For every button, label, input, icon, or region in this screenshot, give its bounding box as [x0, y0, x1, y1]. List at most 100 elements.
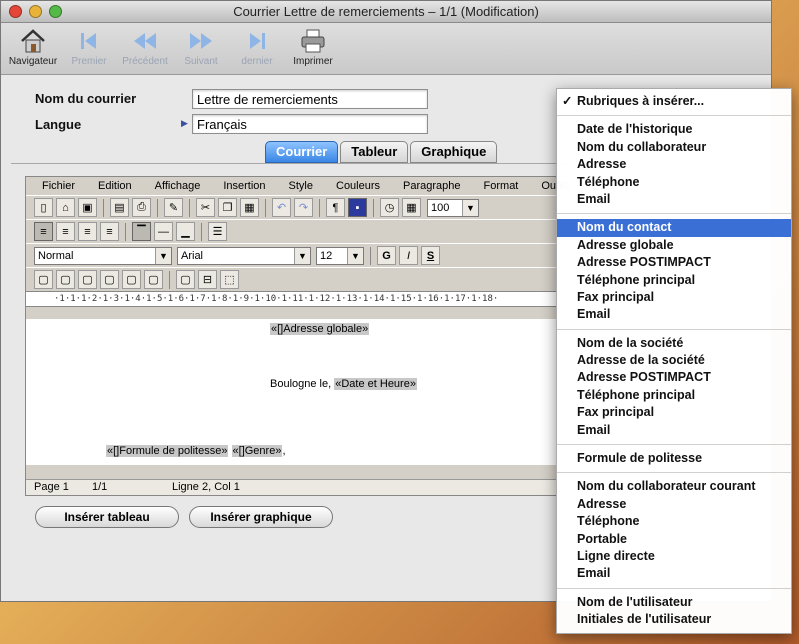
- tab-graphique[interactable]: Graphique: [410, 141, 498, 163]
- menu-item[interactable]: Adresse globale: [557, 237, 791, 254]
- menu-item[interactable]: Téléphone principal: [557, 272, 791, 289]
- nom-field[interactable]: Lettre de remerciements: [192, 89, 428, 109]
- insert-table-button[interactable]: Insérer tableau: [35, 506, 179, 528]
- paste-icon[interactable]: ▦: [240, 198, 259, 217]
- zoom-button[interactable]: [49, 5, 62, 18]
- menu-item[interactable]: Nom de la société: [557, 335, 791, 352]
- clock-icon[interactable]: ◷: [380, 198, 399, 217]
- copy-icon[interactable]: ❐: [218, 198, 237, 217]
- menu-item[interactable]: Email: [557, 422, 791, 439]
- print-button[interactable]: Imprimer: [285, 23, 341, 67]
- valign-middle-icon[interactable]: —: [154, 222, 173, 241]
- calendar-icon[interactable]: ▦: [402, 198, 421, 217]
- menu-item[interactable]: Adresse: [557, 496, 791, 513]
- align-center-icon[interactable]: ≡: [56, 222, 75, 241]
- document-area[interactable]: «[]Adresse globale» Boulogne le, «Date e…: [26, 319, 556, 465]
- navigator-button[interactable]: Navigateur: [5, 23, 61, 67]
- menu-item[interactable]: Adresse: [557, 156, 791, 173]
- next-button[interactable]: Suivant: [173, 23, 229, 67]
- field-icon[interactable]: ▪: [348, 198, 367, 217]
- preview-icon[interactable]: ▤: [110, 198, 129, 217]
- valign-bottom-icon[interactable]: ▁: [176, 222, 195, 241]
- previous-icon: [131, 28, 159, 54]
- underline-button[interactable]: S: [421, 246, 440, 265]
- menu-item-nom-du-contact[interactable]: Nom du contact: [557, 219, 791, 237]
- menu-item[interactable]: Date de l'historique: [557, 121, 791, 138]
- menu-separator: [557, 213, 791, 215]
- font-select[interactable]: Arial ▼: [177, 246, 311, 265]
- fields-popup-menu: ✓ Rubriques à insérer... Date de l'histo…: [556, 88, 792, 634]
- zoom-select[interactable]: 100 ▼: [427, 198, 479, 217]
- new-doc-icon[interactable]: ▯: [34, 198, 53, 217]
- menu-item[interactable]: Nom de l'utilisateur: [557, 594, 791, 611]
- justify-icon[interactable]: ≡: [100, 222, 119, 241]
- border-all-icon[interactable]: ▢: [34, 270, 53, 289]
- menu-fichier[interactable]: Fichier: [42, 177, 85, 195]
- redo-icon[interactable]: ↷: [294, 198, 313, 217]
- menu-paragraphe[interactable]: Paragraphe: [403, 177, 471, 195]
- disclosure-icon[interactable]: ▶: [181, 118, 188, 129]
- pilcrow-icon[interactable]: ¶: [326, 198, 345, 217]
- align-left-icon[interactable]: ≡: [34, 222, 53, 241]
- italic-button[interactable]: I: [399, 246, 418, 265]
- box-split-icon[interactable]: ⊟: [198, 270, 217, 289]
- menu-edition[interactable]: Edition: [98, 177, 142, 195]
- size-select[interactable]: 12 ▼: [316, 246, 364, 265]
- menu-group-historique: Date de l'historique Nom du collaborateu…: [557, 121, 791, 208]
- save-icon[interactable]: ▣: [78, 198, 97, 217]
- menu-item[interactable]: Adresse POSTIMPACT: [557, 254, 791, 271]
- menu-item[interactable]: Fax principal: [557, 404, 791, 421]
- cut-icon[interactable]: ✂: [196, 198, 215, 217]
- border-bottom-icon[interactable]: ▢: [122, 270, 141, 289]
- bullet-list-icon[interactable]: ☰: [208, 222, 227, 241]
- spellcheck-icon[interactable]: ✎: [164, 198, 183, 217]
- tab-courrier[interactable]: Courrier: [265, 141, 339, 163]
- menu-item[interactable]: Email: [557, 191, 791, 208]
- menu-item[interactable]: Fax principal: [557, 289, 791, 306]
- border-none-icon[interactable]: ⬚: [220, 270, 239, 289]
- menu-item[interactable]: Formule de politesse: [557, 450, 791, 467]
- menu-insertion[interactable]: Insertion: [223, 177, 275, 195]
- menu-item[interactable]: Initiales de l'utilisateur: [557, 611, 791, 628]
- date-field: «Date et Heure»: [334, 378, 417, 390]
- menu-style[interactable]: Style: [289, 177, 323, 195]
- border-left-icon[interactable]: ▢: [56, 270, 75, 289]
- menu-item[interactable]: Email: [557, 565, 791, 582]
- previous-button[interactable]: Précédent: [117, 23, 173, 67]
- menu-item[interactable]: Téléphone principal: [557, 387, 791, 404]
- undo-icon[interactable]: ↶: [272, 198, 291, 217]
- menu-item[interactable]: Téléphone: [557, 513, 791, 530]
- langue-field[interactable]: Français: [192, 114, 428, 134]
- style-select[interactable]: Normal ▼: [34, 246, 172, 265]
- ruler[interactable]: ·1·1·1·2·1·3·1·4·1·5·1·6·1·7·1·8·1·9·1·1…: [26, 291, 556, 307]
- bold-button[interactable]: G: [377, 246, 396, 265]
- menu-item[interactable]: Ligne directe: [557, 548, 791, 565]
- border-inner-icon[interactable]: ▢: [144, 270, 163, 289]
- menu-couleurs[interactable]: Couleurs: [336, 177, 390, 195]
- valign-top-icon[interactable]: ▔: [132, 222, 151, 241]
- insert-chart-button[interactable]: Insérer graphique: [189, 506, 333, 528]
- border-top-icon[interactable]: ▢: [100, 270, 119, 289]
- menu-item[interactable]: Nom du collaborateur: [557, 139, 791, 156]
- open-folder-icon[interactable]: ⌂: [56, 198, 75, 217]
- print-icon[interactable]: ⎙: [132, 198, 151, 217]
- menu-item[interactable]: Portable: [557, 531, 791, 548]
- last-button[interactable]: dernier: [229, 23, 285, 67]
- menu-group-utilisateur: Nom de l'utilisateur Initiales de l'util…: [557, 594, 791, 629]
- border-right-icon[interactable]: ▢: [78, 270, 97, 289]
- menu-item[interactable]: Téléphone: [557, 174, 791, 191]
- menu-item[interactable]: Email: [557, 306, 791, 323]
- menu-header[interactable]: ✓ Rubriques à insérer...: [557, 93, 791, 110]
- menu-format[interactable]: Format: [484, 177, 529, 195]
- menu-item[interactable]: Nom du collaborateur courant: [557, 478, 791, 495]
- align-right-icon[interactable]: ≡: [78, 222, 97, 241]
- menu-item[interactable]: Adresse POSTIMPACT: [557, 369, 791, 386]
- box-icon[interactable]: ▢: [176, 270, 195, 289]
- first-button[interactable]: Premier: [61, 23, 117, 67]
- menu-group-contact: Nom du contact Adresse globale Adresse P…: [557, 219, 791, 323]
- close-button[interactable]: [9, 5, 22, 18]
- minimize-button[interactable]: [29, 5, 42, 18]
- menu-item[interactable]: Adresse de la société: [557, 352, 791, 369]
- tab-tableur[interactable]: Tableur: [340, 141, 409, 163]
- menu-affichage[interactable]: Affichage: [155, 177, 211, 195]
